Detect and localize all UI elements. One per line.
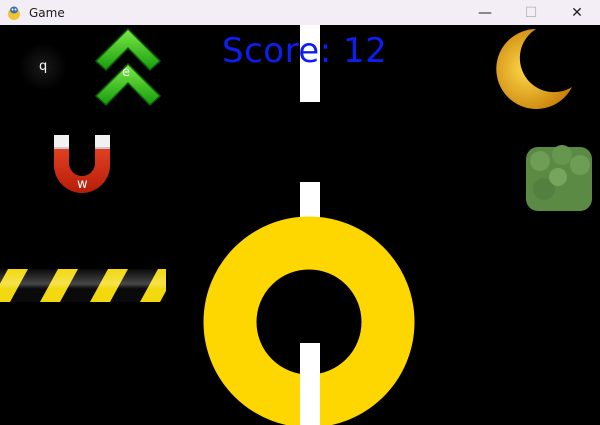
boost-key-label: e [122,65,130,80]
invisibility-key-label: q [39,59,48,74]
window-title: Game [29,5,65,20]
close-icon: ✕ [571,4,583,21]
window-controls: — ☐ ✕ [462,0,600,25]
magnet-powerup: w [50,133,114,199]
game-window: Game — ☐ ✕ q e w Score: 12 [0,0,600,425]
moon-icon [496,29,572,109]
lane-dash [300,343,320,425]
game-canvas[interactable]: q e w Score: 12 [0,25,600,425]
bush-obstacle [522,143,598,215]
title-bar[interactable]: Game — ☐ ✕ [0,0,600,25]
invisibility-powerup: q [15,41,71,93]
bush-icon [526,145,592,211]
hazard-stripes [0,269,166,302]
minimize-button[interactable]: — [462,0,508,25]
pygame-snake-icon [8,6,20,20]
hazard-barrier [0,266,166,306]
moon-pickup [492,25,576,111]
score-label: Score: 12 [222,31,388,71]
magnet-key-label: w [77,177,88,192]
boost-powerup: e [94,27,164,107]
close-button[interactable]: ✕ [554,0,600,25]
maximize-button[interactable]: ☐ [508,0,554,25]
maximize-icon: ☐ [524,4,538,21]
minimize-icon: — [478,4,492,21]
